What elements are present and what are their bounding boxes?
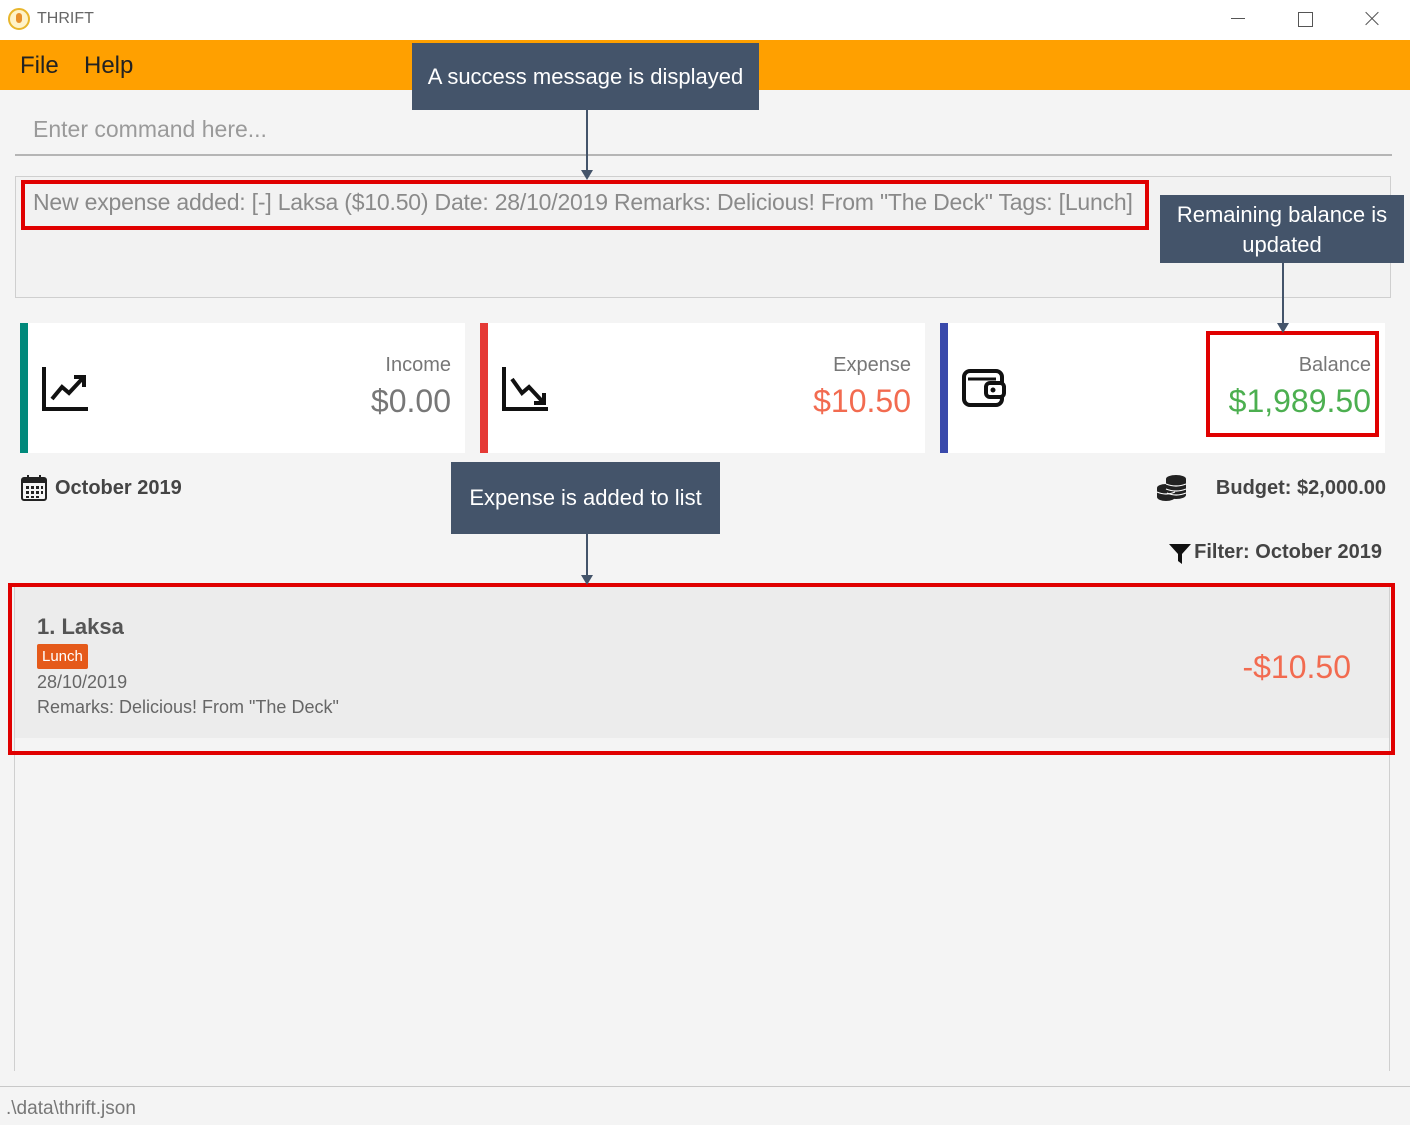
expense-value: $10.50: [813, 383, 911, 419]
trending-down-icon: [502, 367, 548, 411]
balance-card-stripe: [940, 323, 948, 453]
minimize-button[interactable]: [1215, 4, 1261, 34]
filter-icon: [1169, 544, 1191, 564]
income-value: $0.00: [370, 383, 451, 419]
wallet-icon: [962, 369, 1006, 407]
month-label: October 2019: [55, 477, 182, 499]
maximize-button[interactable]: [1281, 4, 1327, 34]
title-bar: THRIFT: [0, 0, 1410, 40]
menu-help[interactable]: Help: [84, 52, 133, 80]
data-file-path: .\data\thrift.json: [6, 1098, 136, 1119]
result-highlight-box: [21, 180, 1149, 230]
trending-up-icon: [42, 367, 88, 411]
balance-highlight-box: [1206, 331, 1379, 437]
coins-icon: [1156, 475, 1187, 501]
income-card-stripe: [20, 323, 28, 453]
expense-card-stripe: [480, 323, 488, 453]
list-callout: Expense is added to list: [451, 462, 720, 534]
status-bar: .\data\thrift.json: [0, 1086, 1410, 1125]
command-input[interactable]: [15, 104, 1392, 156]
balance-callout-arrow: [1277, 263, 1289, 333]
income-card: Income $0.00: [20, 323, 465, 453]
filter-label: Filter: October 2019: [1194, 541, 1382, 563]
app-logo-icon: [8, 8, 30, 30]
close-button[interactable]: [1348, 4, 1394, 34]
calendar-icon: [21, 475, 47, 501]
success-callout-arrow: [581, 110, 593, 180]
budget-indicator: Budget: $2,000.00: [1156, 474, 1386, 504]
list-highlight-box: [8, 583, 1395, 755]
budget-label: Budget: $2,000.00: [1215, 477, 1386, 499]
success-callout: A success message is displayed: [412, 43, 759, 110]
menu-file[interactable]: File: [20, 52, 59, 80]
balance-callout: Remaining balance is updated: [1160, 195, 1404, 263]
income-label: Income: [385, 354, 451, 376]
expense-label: Expense: [833, 354, 911, 376]
expense-card: Expense $10.50: [480, 323, 925, 453]
list-callout-arrow: [581, 534, 593, 585]
window-title: THRIFT: [37, 10, 94, 27]
